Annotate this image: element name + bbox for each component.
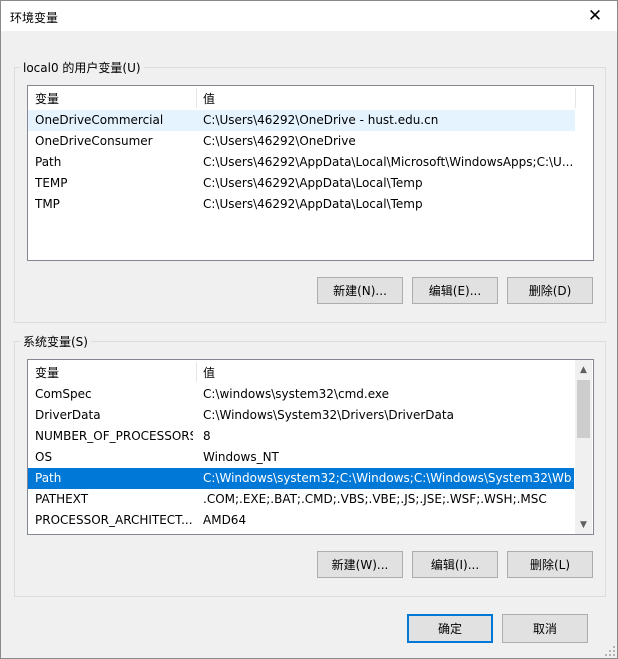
system-list-scrollbar[interactable]: ▲ ▼ bbox=[575, 360, 592, 534]
user-new-button[interactable]: 新建(N)... bbox=[317, 277, 403, 304]
close-button[interactable]: ✕ bbox=[573, 1, 617, 31]
column-separator[interactable] bbox=[196, 88, 197, 108]
resize-grip-icon[interactable] bbox=[603, 644, 615, 656]
variable-value-cell: C:\Users\46292\AppData\Local\Temp bbox=[203, 197, 423, 211]
system-variables-list[interactable]: 变量 值 ComSpec C:\windows\system32\cmd.exe D… bbox=[27, 359, 594, 535]
table-row[interactable]: OneDriveConsumer C:\Users\46292\OneDrive bbox=[28, 131, 575, 152]
variable-value-cell: C:\Users\46292\AppData\Local\Microsoft\W… bbox=[203, 155, 573, 169]
close-icon: ✕ bbox=[587, 6, 603, 26]
variable-value-cell: AMD64 bbox=[203, 513, 247, 527]
user-variables-list[interactable]: 变量 值 OneDriveCommercial C:\Users\46292\On… bbox=[27, 85, 594, 261]
table-row[interactable]: Path C:\Windows\system32;C:\Windows;C:\Wi… bbox=[28, 468, 574, 489]
variable-value-cell: C:\Users\46292\OneDrive - hust.edu.cn bbox=[203, 113, 439, 127]
column-header-value[interactable]: 值 bbox=[203, 364, 215, 381]
system-new-button[interactable]: 新建(W)... bbox=[317, 551, 403, 578]
table-row[interactable]: Path C:\Users\46292\AppData\Local\Microso… bbox=[28, 152, 575, 173]
variable-name-cell: NUMBER_OF_PROCESSORS bbox=[35, 429, 193, 443]
variable-name-cell: TEMP bbox=[35, 176, 68, 190]
table-row[interactable]: OS Windows_NT bbox=[28, 447, 574, 468]
variable-value-cell: C:\Users\46292\OneDrive bbox=[203, 134, 356, 148]
column-separator[interactable] bbox=[196, 362, 197, 382]
table-row[interactable]: PATHEXT .COM;.EXE;.BAT;.CMD;.VBS;.VBE;.JS… bbox=[28, 489, 574, 510]
variable-name-cell: DriverData bbox=[35, 408, 101, 422]
environment-variables-dialog: 环境变量 ✕ local0 的用户变量(U) 变量 值 OneDriveComm… bbox=[0, 0, 618, 659]
table-row[interactable]: TEMP C:\Users\46292\AppData\Local\Temp bbox=[28, 173, 575, 194]
cancel-button[interactable]: 取消 bbox=[502, 614, 588, 643]
table-row[interactable]: DriverData C:\Windows\System32\Drivers\Dr… bbox=[28, 405, 574, 426]
variable-name-cell: PATHEXT bbox=[35, 492, 89, 506]
system-list-header: 变量 值 bbox=[28, 360, 593, 382]
variable-name-cell: PROCESSOR_ARCHITECT... bbox=[35, 513, 193, 527]
scroll-down-arrow-icon[interactable]: ▼ bbox=[575, 516, 592, 533]
variable-value-cell: Windows_NT bbox=[203, 450, 279, 464]
table-row[interactable]: NUMBER_OF_PROCESSORS 8 bbox=[28, 426, 574, 447]
variable-name-cell: Path bbox=[35, 155, 62, 169]
variable-name-cell: OneDriveConsumer bbox=[35, 134, 153, 148]
variable-name-cell: ComSpec bbox=[35, 387, 92, 401]
column-header-value[interactable]: 值 bbox=[203, 90, 215, 107]
column-separator[interactable] bbox=[575, 88, 576, 108]
title-bar[interactable]: 环境变量 ✕ bbox=[1, 1, 617, 31]
variable-name-cell: TMP bbox=[35, 197, 60, 211]
user-variables-label: local0 的用户变量(U) bbox=[20, 59, 144, 76]
variable-value-cell: C:\Windows\system32;C:\Windows;C:\Window… bbox=[203, 471, 573, 485]
system-variables-label: 系统变量(S) bbox=[20, 333, 91, 350]
user-edit-button[interactable]: 编辑(E)... bbox=[412, 277, 498, 304]
variable-value-cell: 8 bbox=[203, 429, 211, 443]
variable-name-cell: OS bbox=[35, 450, 53, 464]
variable-name-cell: OneDriveCommercial bbox=[35, 113, 164, 127]
user-delete-button[interactable]: 删除(D) bbox=[507, 277, 593, 304]
table-row[interactable]: TMP C:\Users\46292\AppData\Local\Temp bbox=[28, 194, 575, 215]
table-row[interactable]: PROCESSOR_ARCHITECT... AMD64 bbox=[28, 510, 574, 531]
ok-button[interactable]: 确定 bbox=[407, 614, 493, 643]
window-title: 环境变量 bbox=[10, 11, 59, 25]
variable-value-cell: C:\Windows\System32\Drivers\DriverData bbox=[203, 408, 454, 422]
column-header-variable[interactable]: 变量 bbox=[35, 90, 59, 107]
table-row[interactable]: ComSpec C:\windows\system32\cmd.exe bbox=[28, 384, 574, 405]
system-delete-button[interactable]: 删除(L) bbox=[507, 551, 593, 578]
variable-value-cell: C:\Users\46292\AppData\Local\Temp bbox=[203, 176, 423, 190]
variable-value-cell: .COM;.EXE;.BAT;.CMD;.VBS;.VBE;.JS;.JSE;.… bbox=[203, 492, 547, 506]
column-header-variable[interactable]: 变量 bbox=[35, 364, 59, 381]
user-list-header: 变量 值 bbox=[28, 86, 593, 108]
table-row[interactable]: OneDriveCommercial C:\Users\46292\OneDriv… bbox=[28, 110, 575, 131]
scroll-up-arrow-icon[interactable]: ▲ bbox=[575, 361, 592, 378]
system-edit-button[interactable]: 编辑(I)... bbox=[412, 551, 498, 578]
scrollbar-thumb[interactable] bbox=[577, 380, 590, 438]
variable-value-cell: C:\windows\system32\cmd.exe bbox=[203, 387, 389, 401]
variable-name-cell: Path bbox=[35, 471, 62, 485]
